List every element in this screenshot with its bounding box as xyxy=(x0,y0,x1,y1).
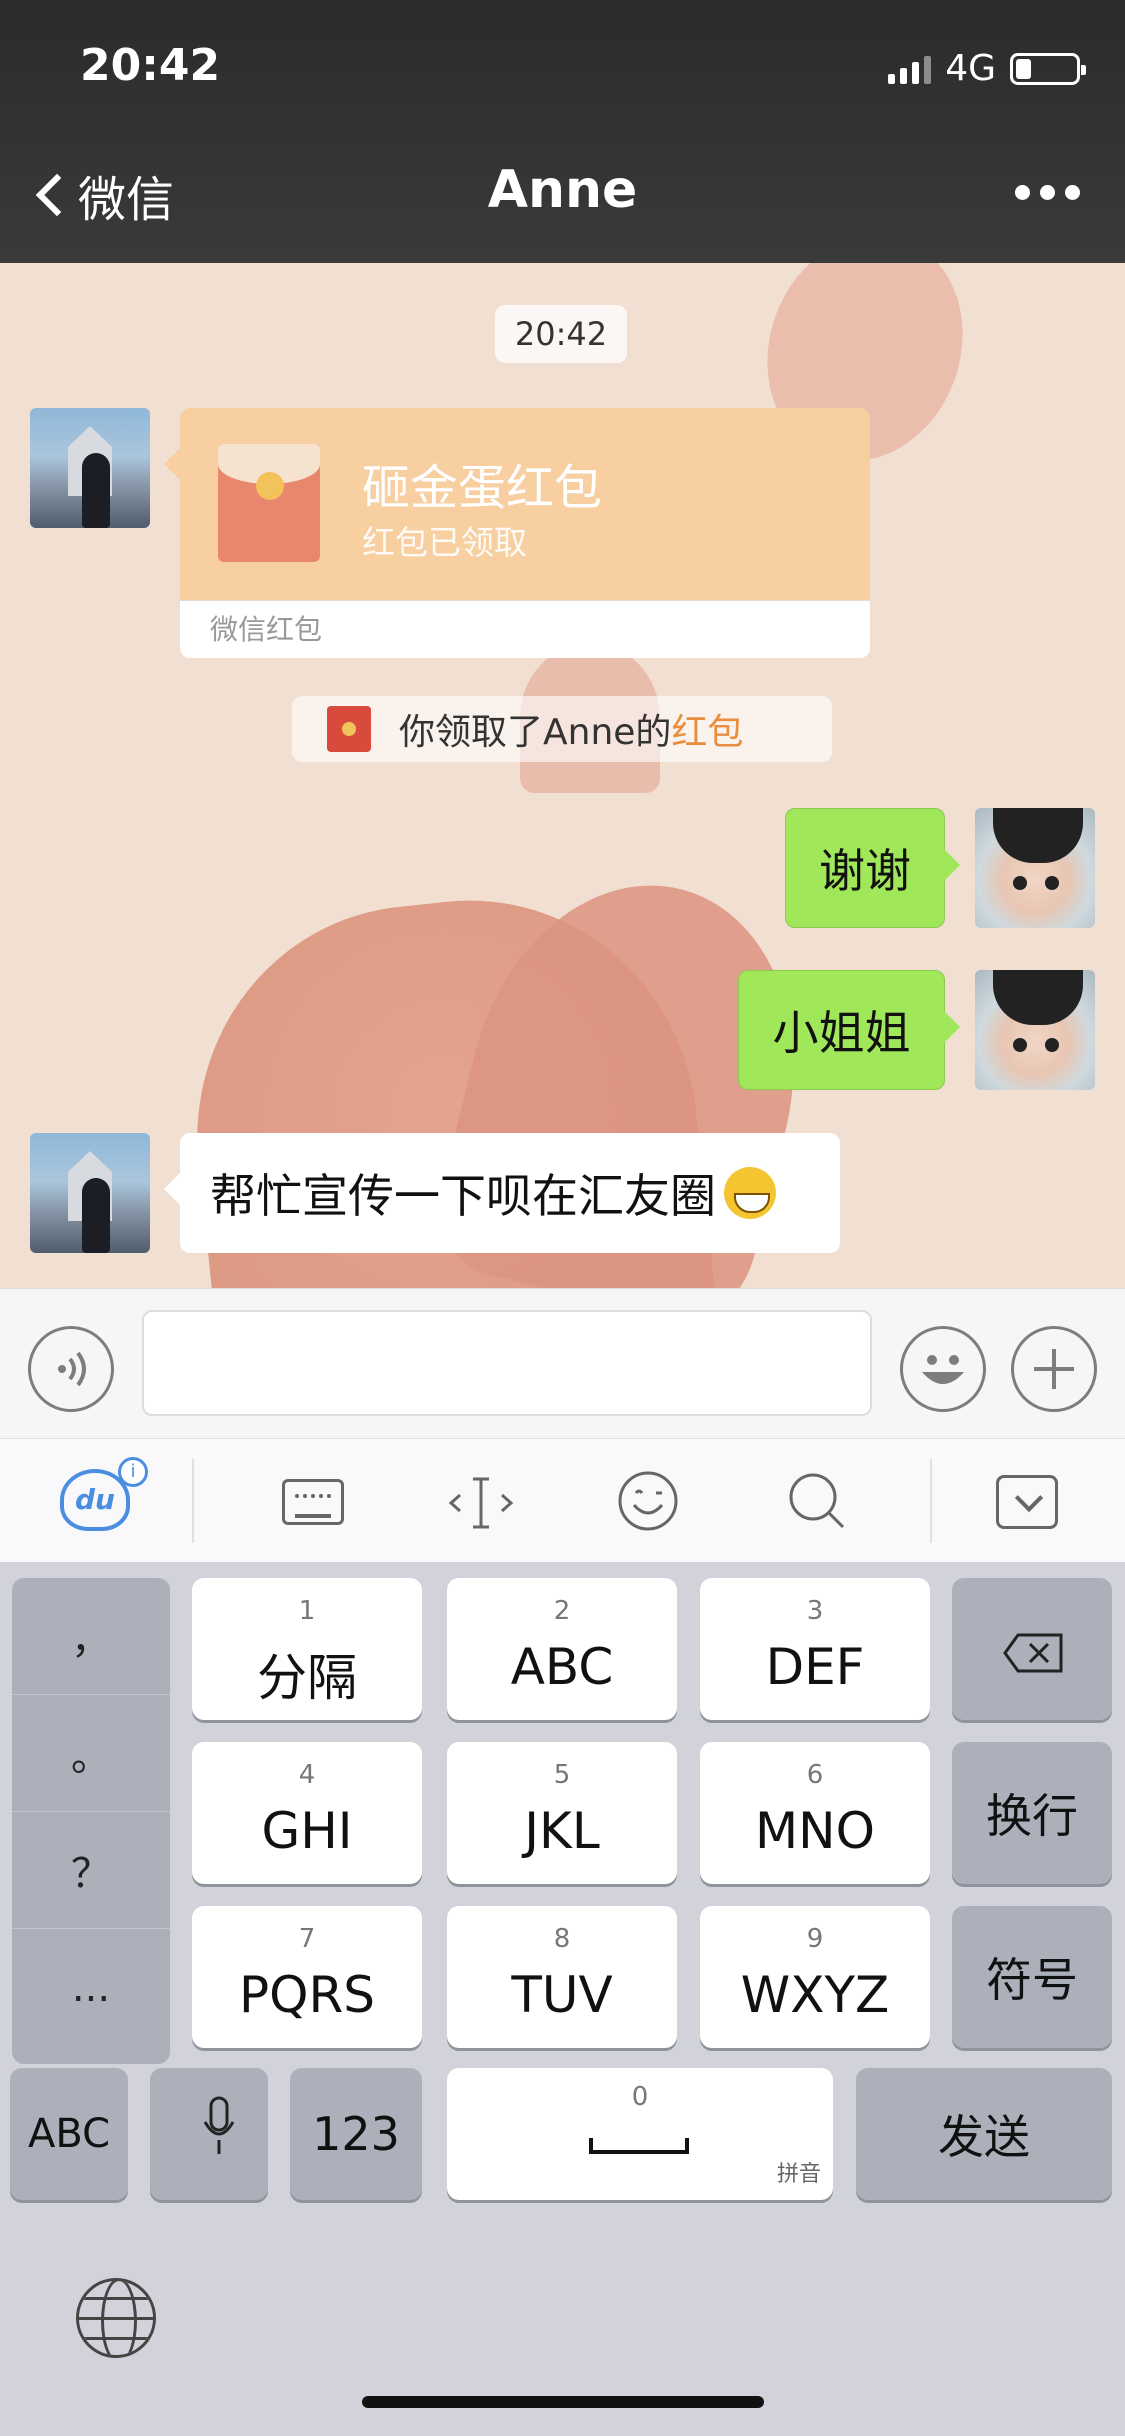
key-3[interactable]: 3 DEF xyxy=(700,1578,930,1720)
message-text: 小姐姐 xyxy=(772,1006,911,1060)
home-indicator[interactable] xyxy=(362,2396,764,2408)
status-time: 20:42 xyxy=(80,40,221,91)
toolbar-divider xyxy=(192,1459,194,1543)
dot-icon xyxy=(1040,185,1055,200)
message-bubble-sent[interactable]: 小姐姐 xyxy=(738,970,960,1090)
key-7[interactable]: 7 PQRS xyxy=(192,1906,422,2048)
battery-icon xyxy=(1010,52,1086,85)
search-icon[interactable] xyxy=(785,1469,849,1533)
voice-key[interactable] xyxy=(150,2068,268,2200)
voice-input-button[interactable] xyxy=(28,1326,114,1412)
avatar-anne[interactable] xyxy=(30,408,150,528)
backspace-icon xyxy=(1003,1633,1063,1673)
avatar-me[interactable] xyxy=(975,970,1095,1090)
key-8[interactable]: 8 TUV xyxy=(447,1906,677,2048)
red-packet-status: 红包已领取 xyxy=(362,523,527,562)
smiley-icon xyxy=(922,1355,964,1384)
red-packet-link[interactable]: 红包 xyxy=(671,703,743,755)
pinyin-hint: 拼音 xyxy=(776,2162,821,2187)
grinning-face-emoji-icon xyxy=(724,1167,776,1219)
space-icon xyxy=(589,2138,689,2154)
punct-key[interactable]: ？ xyxy=(12,1812,170,1929)
collapse-keyboard-icon[interactable] xyxy=(996,1475,1058,1529)
signal-icon xyxy=(888,54,932,84)
key-9[interactable]: 9 WXYZ xyxy=(700,1906,930,2048)
punct-key[interactable]: ... xyxy=(12,1929,170,2046)
top-bar: 20:42 4G 微信 Anne xyxy=(0,0,1125,263)
punct-key[interactable]: ， xyxy=(12,1578,170,1695)
key-4[interactable]: 4 GHI xyxy=(192,1742,422,1884)
ime-info-badge: i xyxy=(118,1457,148,1487)
send-key[interactable]: 发送 xyxy=(856,2068,1112,2200)
punct-key[interactable]: 。 xyxy=(12,1695,170,1812)
keyboard: ， 。 ？ ... 1 分隔 2 ABC 3 DEF 4 GHI 5 JKL 6… xyxy=(0,1562,1125,2436)
plus-icon xyxy=(1034,1349,1074,1389)
avatar-me[interactable] xyxy=(975,808,1095,928)
punctuation-column: ， 。 ？ ... xyxy=(12,1578,170,2064)
chevron-left-icon xyxy=(35,173,79,217)
red-envelope-icon xyxy=(327,706,371,752)
message-text: 谢谢 xyxy=(819,844,911,898)
key-2[interactable]: 2 ABC xyxy=(447,1578,677,1720)
battery-fill xyxy=(1016,58,1031,79)
more-features-button[interactable] xyxy=(1011,1326,1097,1412)
key-5[interactable]: 5 JKL xyxy=(447,1742,677,1884)
key-1[interactable]: 1 分隔 xyxy=(192,1578,422,1720)
avatar-person-image xyxy=(82,453,110,528)
message-bubble-sent[interactable]: 谢谢 xyxy=(785,808,960,928)
delete-key[interactable] xyxy=(952,1578,1112,1720)
emoji-face-icon[interactable] xyxy=(616,1469,680,1533)
red-packet-title: 砸金蛋红包 xyxy=(362,460,603,516)
message-text: 帮忙宣传一下呗在汇友圈 xyxy=(210,1169,716,1223)
newline-key[interactable]: 换行 xyxy=(952,1742,1112,1884)
space-key[interactable]: 0 拼音 xyxy=(447,2068,833,2200)
message-timestamp: 20:42 xyxy=(495,305,627,363)
numeric-key[interactable]: 123 xyxy=(290,2068,422,2200)
cursor-move-icon[interactable] xyxy=(446,1473,516,1533)
more-options-button[interactable] xyxy=(1015,185,1080,200)
abc-key[interactable]: ABC xyxy=(10,2068,128,2200)
message-bubble-received[interactable]: 帮忙宣传一下呗在汇友圈 xyxy=(164,1133,840,1253)
toolbar-divider xyxy=(930,1459,932,1543)
emoji-button[interactable] xyxy=(900,1326,986,1412)
red-packet-card: 砸金蛋红包 红包已领取 微信红包 xyxy=(164,408,870,658)
avatar-anne[interactable] xyxy=(30,1133,150,1253)
red-envelope-icon xyxy=(218,444,320,562)
ime-toolbar: du i xyxy=(0,1438,1125,1562)
chat-area[interactable]: 20:42 砸金蛋红包 红包已领取 微信红包 你领取了Anne的 红包 谢谢 小… xyxy=(0,263,1125,1288)
keyboard-icon[interactable] xyxy=(282,1479,344,1525)
input-bar xyxy=(0,1288,1125,1438)
symbol-key[interactable]: 符号 xyxy=(952,1906,1112,2048)
network-label: 4G xyxy=(945,48,996,89)
red-packet-footer: 微信红包 xyxy=(180,600,870,658)
red-packet-message[interactable]: 砸金蛋红包 红包已领取 微信红包 xyxy=(164,408,870,923)
back-label: 微信 xyxy=(78,172,175,228)
dot-icon xyxy=(1015,185,1030,200)
globe-icon[interactable] xyxy=(76,2278,156,2358)
voice-wave-icon xyxy=(58,1351,86,1387)
message-input[interactable] xyxy=(142,1310,872,1416)
back-button[interactable]: 微信 xyxy=(28,160,174,230)
status-indicators: 4G xyxy=(888,48,1086,89)
microphone-icon xyxy=(203,2096,235,2154)
system-notice: 你领取了Anne的 红包 xyxy=(292,696,832,762)
key-6[interactable]: 6 MNO xyxy=(700,1742,930,1884)
dot-icon xyxy=(1065,185,1080,200)
system-notice-text: 你领取了Anne的 xyxy=(399,712,672,753)
